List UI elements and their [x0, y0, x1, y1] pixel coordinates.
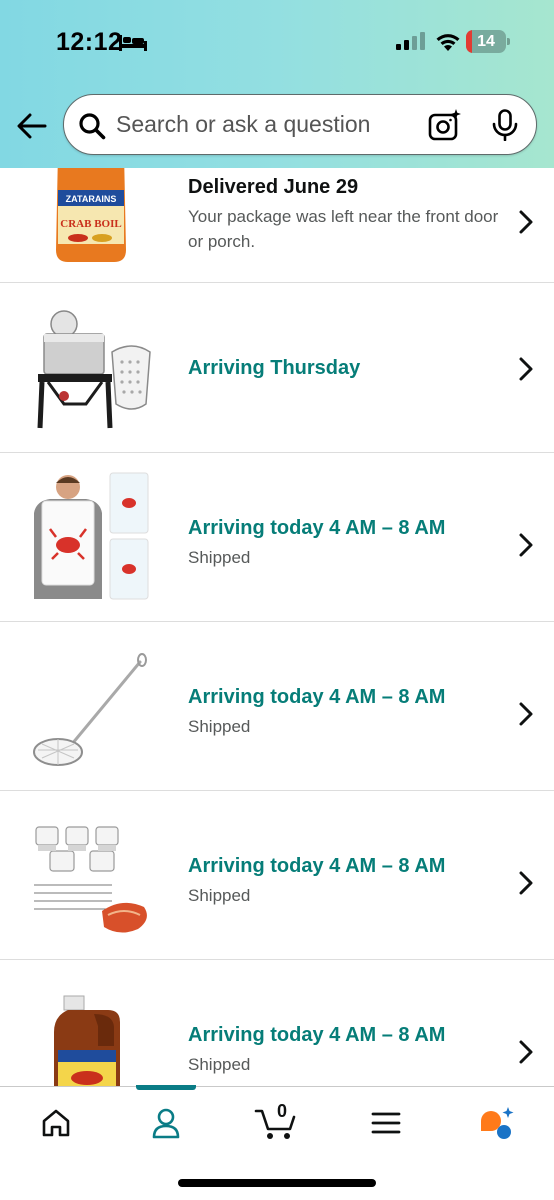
chevron-right-icon [519, 1040, 533, 1064]
microphone-icon[interactable] [490, 109, 520, 141]
order-status-subtitle: Your package was left near the front doo… [188, 207, 499, 251]
home-indicator[interactable] [178, 1179, 376, 1187]
order-status-title: Arriving Thursday [188, 357, 361, 379]
search-icon [79, 113, 106, 140]
chevron-right-icon [519, 533, 533, 557]
nav-menu[interactable] [356, 1103, 416, 1143]
order-info: Arriving today 4 AM – 8 AM Shipped [188, 1022, 508, 1077]
crab-boil-liquid-jug-image [54, 995, 120, 1086]
account-icon [152, 1108, 180, 1139]
order-row[interactable]: Arriving today 4 AM – 8 AM Shipped [0, 622, 554, 791]
battery-icon: 14 [466, 30, 510, 53]
search-bar[interactable] [63, 94, 537, 155]
rufus-icon [481, 1107, 514, 1139]
chevron-right-icon [519, 702, 533, 726]
order-status-title: Arriving today 4 AM – 8 AM [188, 686, 446, 708]
nav-home[interactable] [26, 1103, 86, 1143]
skimmer-ladle-image [33, 653, 147, 766]
order-status-title: Delivered June 29 [188, 176, 359, 198]
nav-rufus[interactable] [466, 1103, 526, 1143]
order-status-subtitle: Shipped [188, 717, 251, 736]
svg-text:CRAB BOIL: CRAB BOIL [60, 218, 121, 230]
search-input[interactable] [116, 95, 416, 154]
order-info: Arriving today 4 AM – 8 AM Shipped [188, 853, 508, 908]
order-status-title: Arriving today 4 AM – 8 AM [188, 1024, 446, 1046]
order-info: Arriving today 4 AM – 8 AM Shipped [188, 515, 508, 570]
chevron-right-icon [519, 210, 533, 234]
chevron-right-icon [519, 871, 533, 895]
order-row[interactable]: Arriving today 4 AM – 8 AM Shipped [0, 791, 554, 960]
order-status-subtitle: Shipped [188, 886, 251, 905]
cart-count-badge: 0 [276, 1101, 287, 1121]
nav-account[interactable] [136, 1103, 196, 1143]
order-info: Delivered June 29 Your package was left … [188, 174, 508, 254]
crab-boil-jar-image: ZATARAINS CRAB BOIL [56, 168, 126, 262]
battery-cap [507, 38, 510, 45]
order-status-title: Arriving today 4 AM – 8 AM [188, 855, 446, 877]
back-button[interactable] [14, 108, 50, 144]
battery-level: 14 [477, 33, 495, 50]
order-info: Arriving today 4 AM – 8 AM Shipped [188, 684, 508, 739]
nav-active-indicator [136, 1085, 196, 1090]
signal-icon [396, 32, 425, 50]
back-arrow-icon [17, 113, 47, 139]
home-icon [42, 1109, 70, 1137]
butter-warmers-image [34, 826, 147, 933]
order-row[interactable]: Arriving today 4 AM – 8 AM Shipped [0, 453, 554, 622]
order-row[interactable]: Arriving today 4 AM – 8 AM Shipped [0, 960, 554, 1086]
crab-bib-image [34, 472, 149, 600]
order-row[interactable]: Arriving Thursday [0, 284, 554, 453]
sleep-icon [119, 35, 147, 51]
order-status-title: Arriving today 4 AM – 8 AM [188, 517, 446, 539]
status-bar: 12:12 14 [0, 0, 554, 86]
crawfish-boiler-kit-image [37, 310, 151, 429]
header: 12:12 14 [0, 0, 554, 168]
svg-text:ZATARAINS: ZATARAINS [66, 194, 117, 204]
camera-icon[interactable] [428, 109, 462, 141]
orders-list: ZATARAINS CRAB BOIL Delivered June 29 Yo… [0, 168, 554, 1086]
wifi-icon [436, 34, 460, 51]
chevron-right-icon [519, 357, 533, 381]
order-status-subtitle: Shipped [188, 548, 251, 567]
battery-body: 14 [466, 30, 506, 53]
order-status-subtitle: Shipped [188, 1055, 251, 1074]
order-row[interactable]: ZATARAINS CRAB BOIL Delivered June 29 Yo… [0, 168, 554, 283]
menu-icon [371, 1112, 401, 1134]
order-info: Arriving Thursday [188, 355, 508, 381]
status-time: 12:12 [56, 28, 123, 56]
